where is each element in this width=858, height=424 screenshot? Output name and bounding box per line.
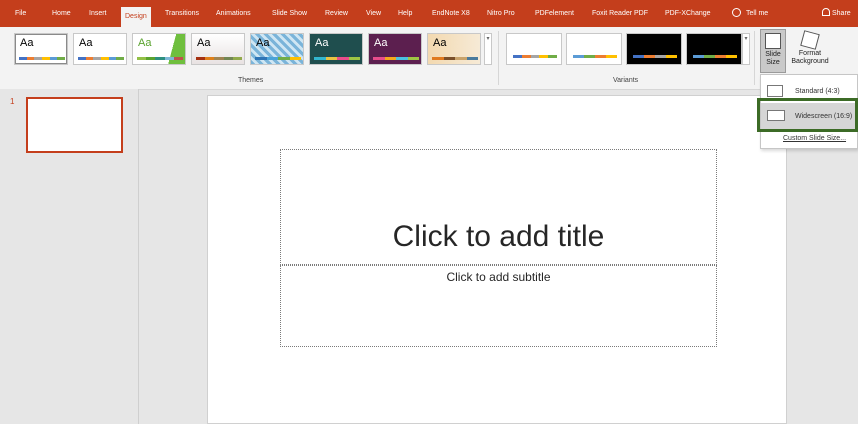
widescreen-highlight	[757, 98, 858, 132]
slide-canvas[interactable]: Click to add title Click to add subtitle	[207, 95, 787, 424]
tab-help[interactable]: Help	[398, 0, 412, 27]
standard-size-icon	[767, 85, 783, 97]
slide-size-label: Slide Size	[765, 51, 781, 66]
variant-thumbnail[interactable]	[626, 33, 682, 65]
theme-preview-text: Aa	[433, 37, 447, 49]
tell-me-search[interactable]: Tell me	[746, 0, 768, 27]
tab-home[interactable]: Home	[52, 0, 71, 27]
theme-thumbnail[interactable]: Aa	[132, 33, 186, 65]
slide-thumbnail[interactable]	[26, 97, 123, 153]
theme-preview-text: Aa	[374, 37, 388, 49]
tab-endnote[interactable]: EndNote X8	[432, 0, 470, 27]
tab-insert[interactable]: Insert	[89, 0, 107, 27]
themes-gallery-scroll[interactable]: ▾	[484, 33, 492, 65]
format-background-button[interactable]: Format Background	[788, 29, 832, 66]
theme-preview-text: Aa	[315, 37, 329, 49]
custom-size-label: Custom Slide Size...	[783, 135, 847, 142]
slide-thumbnail-panel: 1	[0, 89, 139, 424]
title-placeholder-text: Click to add title	[392, 220, 605, 253]
variant-color-strip	[513, 55, 557, 58]
themes-group-label: Themes	[238, 77, 264, 84]
person-icon	[822, 8, 830, 16]
theme-thumbnail[interactable]: Aa	[368, 33, 422, 65]
format-background-label: Format Background	[791, 50, 829, 65]
variant-color-strip	[573, 55, 617, 58]
slide-number: 1	[10, 97, 15, 106]
theme-color-strip	[196, 57, 243, 60]
theme-preview-text: Aa	[256, 37, 270, 49]
variants-gallery-scroll[interactable]: ▾	[742, 33, 750, 65]
theme-preview-text: Aa	[20, 37, 34, 49]
variant-thumbnail[interactable]	[566, 33, 622, 65]
tab-animations[interactable]: Animations	[216, 0, 251, 27]
lightbulb-icon	[732, 8, 741, 17]
title-placeholder[interactable]: Click to add title	[280, 149, 717, 265]
tab-slide-show[interactable]: Slide Show	[272, 0, 307, 27]
theme-preview-text: Aa	[197, 37, 211, 49]
tab-pdf-xchange[interactable]: PDF-XChange	[665, 0, 711, 27]
tab-transitions[interactable]: Transitions	[165, 0, 199, 27]
theme-thumbnail[interactable]: Aa	[427, 33, 481, 65]
theme-thumbnail[interactable]: Aa	[14, 33, 68, 65]
theme-thumbnail[interactable]: Aa	[73, 33, 127, 65]
theme-color-strip	[373, 57, 419, 60]
theme-color-strip	[19, 57, 66, 60]
theme-preview-text: Aa	[138, 37, 152, 49]
theme-thumbnail[interactable]: Aa	[250, 33, 304, 65]
variant-color-strip	[633, 55, 677, 58]
theme-preview-text: Aa	[79, 37, 93, 49]
menu-item-custom-slide-size[interactable]: Custom Slide Size...	[761, 131, 857, 147]
theme-thumbnail[interactable]: Aa	[191, 33, 245, 65]
ribbon-tab-bar: File Home Insert Design Transitions Anim…	[0, 0, 858, 27]
group-divider	[754, 31, 755, 85]
variants-group-label: Variants	[613, 77, 639, 84]
theme-color-strip	[137, 57, 184, 60]
tab-foxit-reader-pdf[interactable]: Foxit Reader PDF	[592, 0, 648, 27]
variant-color-strip	[693, 55, 737, 58]
paint-bucket-icon	[800, 30, 820, 50]
theme-color-strip	[255, 57, 301, 60]
tab-view[interactable]: View	[366, 0, 381, 27]
group-divider	[498, 31, 499, 85]
theme-color-strip	[78, 57, 125, 60]
variant-thumbnail[interactable]	[686, 33, 742, 65]
share-button[interactable]: Share	[832, 0, 851, 27]
tab-design[interactable]: Design	[121, 7, 151, 27]
theme-color-strip	[432, 57, 478, 60]
slide-size-button[interactable]: Slide Size	[760, 29, 786, 73]
variant-thumbnail[interactable]	[506, 33, 562, 65]
tab-file[interactable]: File	[15, 0, 26, 27]
tab-pdfelement[interactable]: PDFelement	[535, 0, 574, 27]
subtitle-placeholder-text: Click to add subtitle	[446, 270, 551, 284]
theme-thumbnail[interactable]: Aa	[309, 33, 363, 65]
subtitle-placeholder[interactable]: Click to add subtitle	[280, 265, 717, 347]
ribbon: Aa Aa Aa Aa Aa Aa Aa Aa ▾ Themes ▾ Varia…	[0, 27, 858, 90]
tab-nitro-pro[interactable]: Nitro Pro	[487, 0, 515, 27]
theme-color-strip	[314, 57, 360, 60]
slide-size-icon	[765, 33, 781, 49]
standard-label: Standard (4:3)	[795, 88, 840, 95]
tab-review[interactable]: Review	[325, 0, 348, 27]
